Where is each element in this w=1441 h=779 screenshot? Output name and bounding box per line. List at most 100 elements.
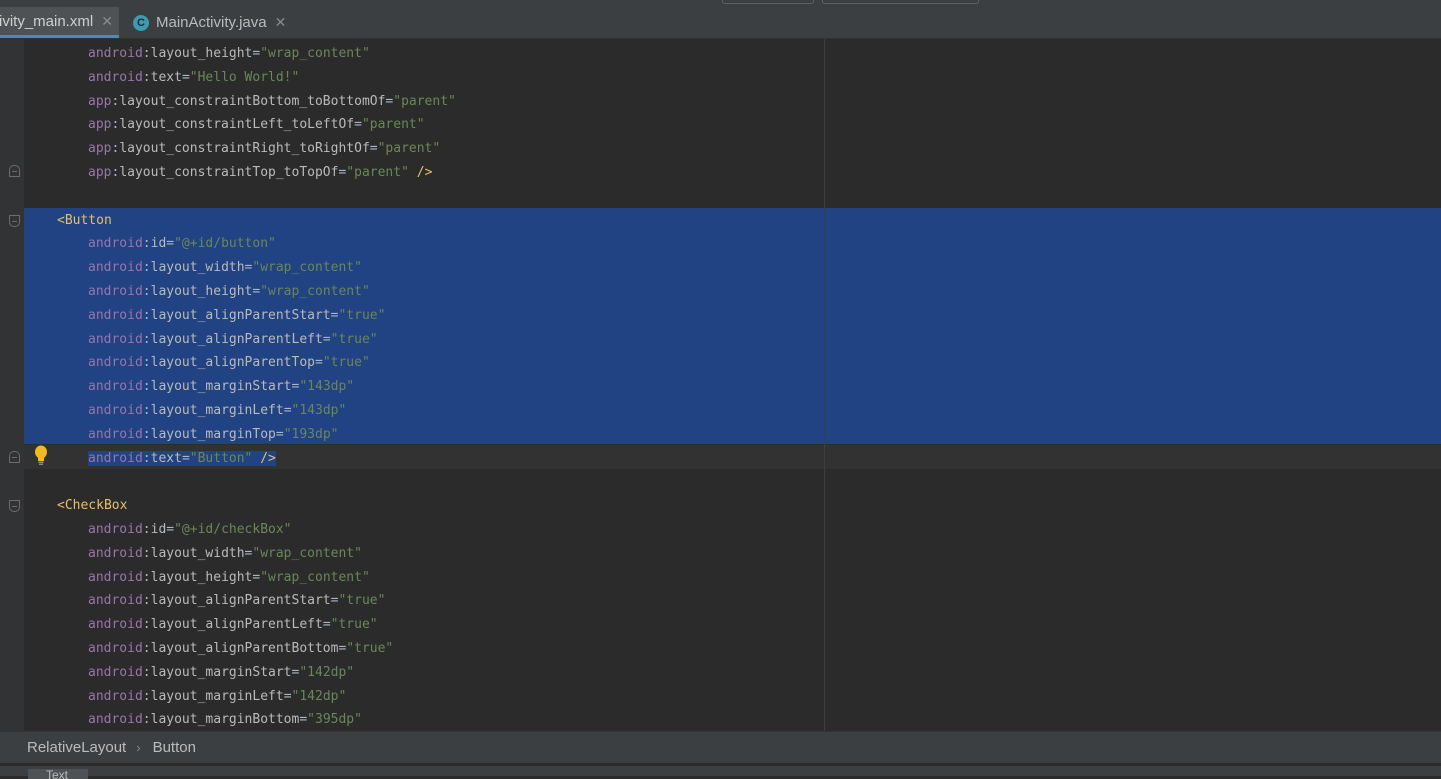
xml-attribute: layout_marginLeft bbox=[150, 688, 284, 704]
tab-activity-main-xml[interactable]: ivity_main.xml ✕ bbox=[0, 7, 119, 38]
xml-value: "142dp" bbox=[291, 688, 347, 704]
code-line[interactable]: app:layout_constraintBottom_toBottomOf="… bbox=[0, 90, 1441, 114]
xml-value: "parent" bbox=[377, 141, 441, 157]
code-line[interactable]: app:layout_constraintTop_toTopOf="parent… bbox=[0, 161, 1441, 185]
breadcrumb-item-button[interactable]: Button bbox=[153, 739, 196, 756]
equals-sign: = bbox=[369, 141, 378, 157]
fold-end-icon[interactable] bbox=[9, 165, 20, 177]
toolbar-strip bbox=[0, 0, 1441, 7]
xml-value: "193dp" bbox=[283, 426, 339, 442]
code-line[interactable]: android:layout_alignParentLeft="true" bbox=[0, 328, 1441, 352]
namespace-colon: : bbox=[142, 545, 151, 561]
namespace-colon: : bbox=[142, 69, 151, 85]
code-line[interactable]: android:layout_alignParentLeft="true" bbox=[0, 613, 1441, 637]
code-line[interactable]: app:layout_constraintRight_toRightOf="pa… bbox=[0, 137, 1441, 161]
close-icon[interactable]: ✕ bbox=[275, 14, 287, 31]
code-line[interactable]: android:layout_width="wrap_content" bbox=[0, 542, 1441, 566]
xml-value: "Button" bbox=[189, 450, 253, 466]
code-line[interactable]: android:text="Hello World!" bbox=[0, 66, 1441, 90]
namespace-colon: : bbox=[142, 640, 151, 656]
code-line[interactable]: <CheckBox bbox=[0, 494, 1441, 518]
code-text: android:layout_marginLeft="142dp" bbox=[88, 685, 346, 709]
toolbar-control[interactable] bbox=[822, 0, 979, 4]
xml-attribute: layout_alignParentStart bbox=[150, 593, 331, 609]
code-line[interactable]: android:layout_alignParentBottom="true" bbox=[0, 637, 1441, 661]
code-text: android:layout_alignParentStart="true" bbox=[88, 304, 385, 328]
code-line[interactable]: app:layout_constraintLeft_toLeftOf="pare… bbox=[0, 113, 1441, 137]
xml-namespace: app bbox=[88, 93, 112, 109]
code-line[interactable]: android:layout_alignParentStart="true" bbox=[0, 589, 1441, 613]
xml-namespace: android bbox=[88, 593, 143, 609]
xml-value: "wrap_content" bbox=[260, 569, 370, 585]
xml-value: "Hello World!" bbox=[189, 69, 300, 85]
code-line[interactable]: android:layout_alignParentStart="true" bbox=[0, 304, 1441, 328]
xml-tag: <CheckBox bbox=[57, 498, 128, 514]
code-line[interactable]: android:layout_height="wrap_content" bbox=[0, 280, 1441, 304]
tab-mainactivity-java[interactable]: C MainActivity.java ✕ bbox=[122, 7, 300, 38]
code-line[interactable]: android:layout_height="wrap_content" bbox=[0, 42, 1441, 66]
code-line[interactable]: android:layout_marginStart="142dp" bbox=[0, 661, 1441, 685]
code-text: android:text="Hello World!" bbox=[88, 66, 299, 90]
toolbar-control[interactable] bbox=[722, 0, 814, 4]
xml-value: "true" bbox=[330, 617, 378, 633]
editor-tab-bar: ivity_main.xml ✕ C MainActivity.java ✕ bbox=[0, 7, 1441, 39]
equals-sign: = bbox=[283, 688, 292, 704]
equals-sign: = bbox=[166, 521, 175, 537]
code-line[interactable] bbox=[0, 470, 1441, 494]
code-text: app:layout_constraintRight_toRightOf="pa… bbox=[88, 137, 440, 161]
xml-namespace: android bbox=[88, 331, 143, 347]
xml-attribute: layout_height bbox=[150, 569, 253, 585]
fold-end-icon[interactable] bbox=[9, 451, 20, 463]
code-lines[interactable]: android:layout_height="wrap_content" andr… bbox=[0, 42, 1441, 731]
xml-attribute: layout_height bbox=[150, 46, 253, 61]
xml-attribute: layout_marginTop bbox=[150, 426, 276, 442]
namespace-colon: : bbox=[142, 450, 151, 466]
xml-namespace: android bbox=[88, 379, 143, 395]
equals-sign: = bbox=[354, 117, 362, 133]
xml-attribute: layout_marginLeft bbox=[150, 402, 284, 418]
code-line[interactable]: android:layout_alignParentTop="true" bbox=[0, 351, 1441, 375]
xml-namespace: android bbox=[88, 69, 143, 85]
code-line[interactable]: android:layout_marginBottom="395dp" bbox=[0, 708, 1441, 731]
code-line[interactable]: android:layout_marginLeft="143dp" bbox=[0, 399, 1441, 423]
xml-value: "true" bbox=[338, 307, 386, 323]
code-line[interactable]: android:id="@+id/button" bbox=[0, 232, 1441, 256]
java-class-icon: C bbox=[133, 14, 149, 31]
xml-attribute: layout_alignParentLeft bbox=[150, 617, 323, 633]
tab-text[interactable]: Text bbox=[28, 769, 88, 779]
namespace-colon: : bbox=[142, 283, 151, 299]
close-icon[interactable]: ✕ bbox=[101, 13, 113, 30]
tag-close: /> bbox=[408, 164, 433, 180]
lightbulb-icon[interactable] bbox=[34, 445, 48, 467]
namespace-colon: : bbox=[142, 236, 151, 252]
namespace-colon: : bbox=[142, 664, 151, 680]
code-line[interactable]: <Button bbox=[0, 209, 1441, 233]
xml-namespace: android bbox=[88, 450, 143, 466]
code-line[interactable] bbox=[0, 185, 1441, 209]
code-line[interactable]: android:id="@+id/checkBox" bbox=[0, 518, 1441, 542]
fold-start-icon[interactable] bbox=[9, 500, 20, 512]
code-line[interactable]: android:layout_marginLeft="142dp" bbox=[0, 685, 1441, 709]
code-text: android:layout_alignParentLeft="true" bbox=[88, 328, 378, 352]
xml-namespace: android bbox=[88, 236, 143, 252]
xml-attribute: id bbox=[150, 236, 167, 252]
code-line[interactable]: android:layout_width="wrap_content" bbox=[0, 256, 1441, 280]
xml-namespace: android bbox=[88, 307, 143, 323]
xml-namespace: app bbox=[88, 117, 112, 133]
xml-value: "@+id/button" bbox=[174, 236, 276, 252]
xml-attribute: id bbox=[150, 521, 167, 537]
code-line[interactable]: android:text="Button" /> bbox=[0, 447, 1441, 471]
namespace-colon: : bbox=[142, 402, 151, 418]
xml-namespace: android bbox=[88, 426, 143, 442]
xml-namespace: app bbox=[88, 164, 112, 180]
xml-attribute: layout_marginBottom bbox=[150, 712, 300, 728]
code-line[interactable]: android:layout_marginStart="143dp" bbox=[0, 375, 1441, 399]
code-text: android:layout_marginStart="143dp" bbox=[88, 375, 354, 399]
code-line[interactable]: android:layout_height="wrap_content" bbox=[0, 566, 1441, 590]
code-line[interactable]: android:layout_marginTop="193dp" bbox=[0, 423, 1441, 447]
fold-start-icon[interactable] bbox=[9, 215, 20, 227]
code-editor[interactable]: android:layout_height="wrap_content" andr… bbox=[0, 39, 1441, 731]
editor-mode-tabs: Text bbox=[0, 763, 1441, 779]
breadcrumb-item-relativelayout[interactable]: RelativeLayout bbox=[27, 739, 126, 756]
equals-sign: = bbox=[322, 331, 331, 347]
